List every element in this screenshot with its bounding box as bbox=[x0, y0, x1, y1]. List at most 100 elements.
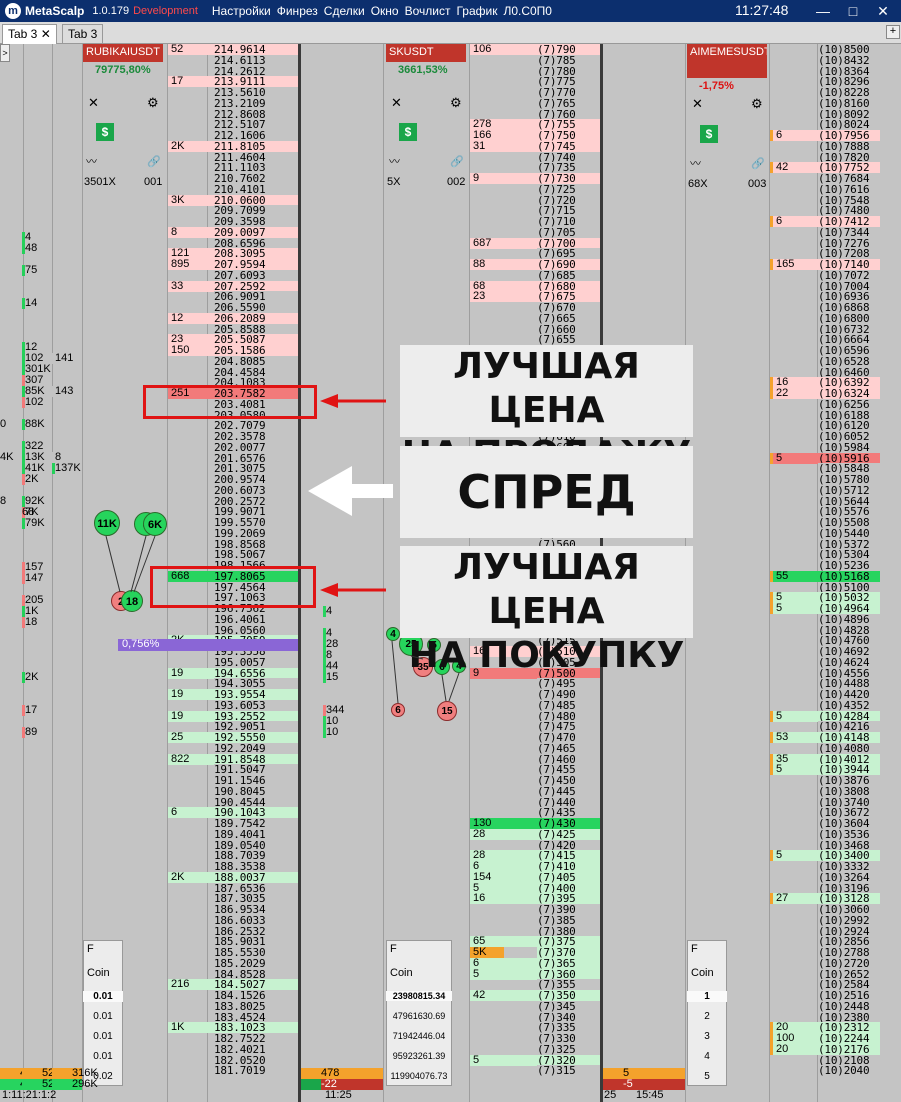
link-icon[interactable]: 🔗 bbox=[450, 155, 464, 169]
chart-icon[interactable]: 〰 bbox=[690, 157, 701, 171]
ticker-header-2[interactable]: SKUSDT bbox=[386, 44, 466, 62]
annotation-spread: СПРЕД bbox=[400, 446, 693, 538]
size-button-1-1[interactable]: 0.01 bbox=[83, 991, 123, 1002]
close-icon[interactable]: ✕ bbox=[868, 0, 898, 22]
fee-select-2[interactable]: F bbox=[390, 943, 397, 955]
volume-cell-2: 106 bbox=[470, 44, 537, 55]
minimize-icon[interactable]: — bbox=[808, 0, 838, 22]
expand-sidebar-icon[interactable]: > bbox=[0, 44, 10, 62]
size-button-2-1[interactable]: 23980815.34 bbox=[386, 991, 452, 1001]
bubble-link bbox=[391, 640, 399, 704]
volume-cell-2: 23 bbox=[470, 291, 537, 303]
app-env: Development bbox=[133, 5, 198, 17]
title-bar: m MetaScalp 1.0.179 Development Настройк… bbox=[0, 0, 901, 22]
volume-cell-1: 822 bbox=[168, 753, 214, 765]
price-level-1: 181.7019 bbox=[214, 1065, 298, 1077]
add-tab-icon[interactable]: + bbox=[886, 25, 900, 39]
clock: 11:27:48 bbox=[735, 2, 789, 18]
link-icon[interactable]: 🔗 bbox=[147, 155, 161, 169]
volume-cell-3: 42 bbox=[770, 162, 818, 174]
arrow-bid-head bbox=[320, 583, 338, 597]
size-button-3-3[interactable]: 3 bbox=[687, 1031, 727, 1042]
size-button-2-2[interactable]: 47961630.69 bbox=[386, 1011, 452, 1021]
settings-gear-icon[interactable]: ⚙ bbox=[450, 96, 462, 110]
tab-close-icon[interactable]: ✕ bbox=[41, 27, 51, 41]
chart-icon[interactable]: 〰 bbox=[389, 155, 400, 169]
size-button-2-4[interactable]: 95923261.39 bbox=[386, 1051, 452, 1061]
size-button-3-2[interactable]: 2 bbox=[687, 1011, 727, 1022]
spread-percent-bar: 0,756% bbox=[118, 639, 298, 651]
menu-finrez[interactable]: Финрез bbox=[277, 4, 318, 18]
cluster-cell: 143 bbox=[52, 386, 82, 397]
volume-cell-2: 28 bbox=[470, 828, 537, 840]
bottom-value: 478 bbox=[301, 1068, 383, 1079]
trade-cell: 15 bbox=[323, 672, 338, 683]
cluster-cell: 89 bbox=[22, 727, 52, 738]
bubble-link bbox=[441, 674, 447, 702]
volume-cell-3: 22 bbox=[770, 388, 818, 399]
volume-cell-3: 27 bbox=[770, 893, 818, 905]
size-button-2-5[interactable]: 119904076.73 bbox=[386, 1071, 452, 1081]
cluster-cell: 75 bbox=[22, 265, 52, 276]
maximize-icon[interactable]: □ bbox=[838, 0, 868, 22]
volume-cell-3: 5 bbox=[770, 764, 818, 776]
menu-window[interactable]: Окно bbox=[371, 4, 399, 18]
size-button-3-1[interactable]: 1 bbox=[687, 991, 727, 1002]
bottom-time-left: 1:11:21:1:2 bbox=[2, 1089, 57, 1101]
volume-cell-2: 5 bbox=[470, 1054, 537, 1066]
size-button-3-5[interactable]: 5 bbox=[687, 1071, 727, 1082]
size-button-1-2[interactable]: 0.01 bbox=[83, 1011, 123, 1022]
volume-cell-2: 5 bbox=[470, 968, 537, 980]
link-icon[interactable]: 🔗 bbox=[751, 157, 765, 171]
menu-watchlist[interactable]: Вочлист bbox=[405, 4, 451, 18]
chart-icon[interactable]: 〰 bbox=[86, 155, 97, 169]
app-logo-icon: m bbox=[5, 3, 21, 19]
fee-select-1[interactable]: F bbox=[87, 943, 94, 955]
arrow-spread-head bbox=[308, 466, 352, 516]
cluster-cell: 137K bbox=[52, 463, 82, 474]
size-button-3-4[interactable]: 4 bbox=[687, 1051, 727, 1062]
trade-bubble: 6K bbox=[143, 512, 167, 536]
coin-select-3[interactable]: Coin bbox=[691, 967, 714, 979]
bottom-time-2: 15:45 bbox=[636, 1089, 664, 1101]
settings-gear-icon[interactable]: ⚙ bbox=[147, 96, 159, 110]
fee-select-3[interactable]: F bbox=[691, 943, 698, 955]
volume-cell-1: 52 bbox=[168, 44, 214, 55]
menu-chart[interactable]: График bbox=[456, 4, 497, 18]
volume-cell-3: 5 bbox=[770, 603, 818, 614]
cluster-cell: 141 bbox=[52, 353, 82, 364]
leverage-2: 5X bbox=[387, 176, 401, 188]
pnl-percent-1: 79775,80% bbox=[95, 64, 151, 76]
dollar-button-2[interactable]: $ bbox=[399, 123, 417, 141]
tab-3[interactable]: Tab 3 bbox=[62, 24, 104, 44]
size-button-2-3[interactable]: 71942446.04 bbox=[386, 1031, 452, 1041]
tab-3-active[interactable]: Tab 3 ✕ bbox=[2, 24, 57, 44]
coin-select-1[interactable]: Coin bbox=[87, 967, 110, 979]
best-ask-highlight-box bbox=[143, 385, 317, 419]
annotation-line: ЛУЧШАЯ ЦЕНА bbox=[453, 547, 640, 632]
dollar-button-3[interactable]: $ bbox=[700, 125, 718, 143]
volume-cell-2: 6 bbox=[470, 957, 537, 969]
cluster-cell: 48 bbox=[22, 243, 52, 254]
column-divider bbox=[52, 44, 53, 1102]
size-button-1-4[interactable]: 0.01 bbox=[83, 1051, 123, 1062]
ticker-header-1[interactable]: RUBIKAIUSDT bbox=[83, 44, 163, 62]
ticker-header-3[interactable]: AIMEMESUSDT bbox=[687, 44, 767, 78]
volume-cell-1: 17 bbox=[168, 76, 214, 88]
menu-pnl[interactable]: Л0.С0П0 bbox=[503, 4, 552, 18]
coin-select-2[interactable]: Coin bbox=[390, 967, 413, 979]
volume-cell-1: 25 bbox=[168, 732, 214, 743]
volume-cell-1: 19 bbox=[168, 667, 214, 679]
cluster-cell-left: 0 bbox=[0, 418, 7, 430]
settings-gear-icon[interactable]: ⚙ bbox=[751, 97, 763, 111]
tab-bar: Tab 3 ✕ Tab 3 + bbox=[0, 22, 901, 44]
close-icon: ✕ bbox=[88, 95, 99, 110]
cluster-cell: 14 bbox=[22, 298, 52, 309]
volume-cell-3: 6 bbox=[770, 216, 818, 227]
bubble-link bbox=[130, 535, 147, 593]
dollar-button-1[interactable]: $ bbox=[96, 123, 114, 141]
menu-trades[interactable]: Сделки bbox=[324, 4, 365, 18]
size-button-1-3[interactable]: 0.01 bbox=[83, 1031, 123, 1042]
leverage-1: 3501X bbox=[84, 176, 116, 188]
menu-settings[interactable]: Настройки bbox=[212, 4, 271, 18]
